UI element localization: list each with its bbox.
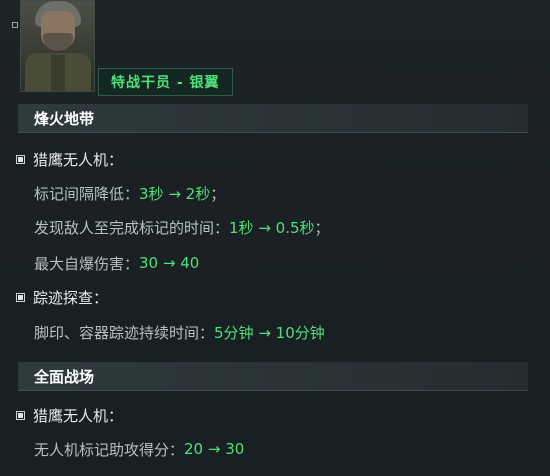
detail-row: 标记间隔降低： 3秒 → 2秒 ； <box>34 182 225 204</box>
group-label: 猎鹰无人机： <box>33 150 124 169</box>
detail-value: 3秒 → 2秒 <box>139 184 211 203</box>
bullet-square-icon <box>16 410 25 420</box>
detail-row: 发现敌人至完成标记的时间： 1秒 → 0.5秒 ； <box>34 216 330 238</box>
bullet-square-icon <box>16 154 25 164</box>
detail-suffix: ； <box>314 218 330 237</box>
section-title: 全面战场 <box>34 367 95 386</box>
detail-row: 脚印、容器踪迹持续时间： 5分钟 → 10分钟 <box>34 321 325 343</box>
list-item-group: 踪迹探查： <box>16 286 108 308</box>
section-title: 烽火地带 <box>34 109 95 128</box>
detail-row: 最大自爆伤害： 30 → 40 <box>34 252 199 274</box>
detail-value: 30 → 40 <box>139 254 200 272</box>
detail-text: 无人机标记助攻得分： <box>34 440 185 459</box>
operator-name-plate: 特战干员 - 银翼 <box>98 68 233 96</box>
detail-text: 最大自爆伤害： <box>34 254 140 273</box>
operator-portrait <box>20 0 95 92</box>
operator-name: 特战干员 - 银翼 <box>111 75 220 91</box>
section-header-2: 全面战场 <box>18 362 528 391</box>
detail-text: 发现敌人至完成标记的时间： <box>34 218 230 237</box>
list-item-group: 猎鹰无人机： <box>16 404 123 426</box>
detail-suffix: ； <box>210 184 226 203</box>
detail-text: 脚印、容器踪迹持续时间： <box>34 323 215 342</box>
bullet-square-icon <box>16 292 25 302</box>
detail-text: 标记间隔降低： <box>34 184 140 203</box>
section-header-1: 烽火地带 <box>18 104 528 133</box>
detail-value: 1秒 → 0.5秒 <box>229 218 315 237</box>
detail-row: 无人机标记助攻得分： 20 → 30 <box>34 438 244 460</box>
group-label: 猎鹰无人机： <box>33 406 124 425</box>
group-label: 踪迹探查： <box>33 288 109 307</box>
list-item-group: 猎鹰无人机： <box>16 148 123 170</box>
detail-value: 5分钟 → 10分钟 <box>214 323 325 342</box>
detail-value: 20 → 30 <box>184 440 245 458</box>
corner-marker-icon <box>12 22 18 28</box>
